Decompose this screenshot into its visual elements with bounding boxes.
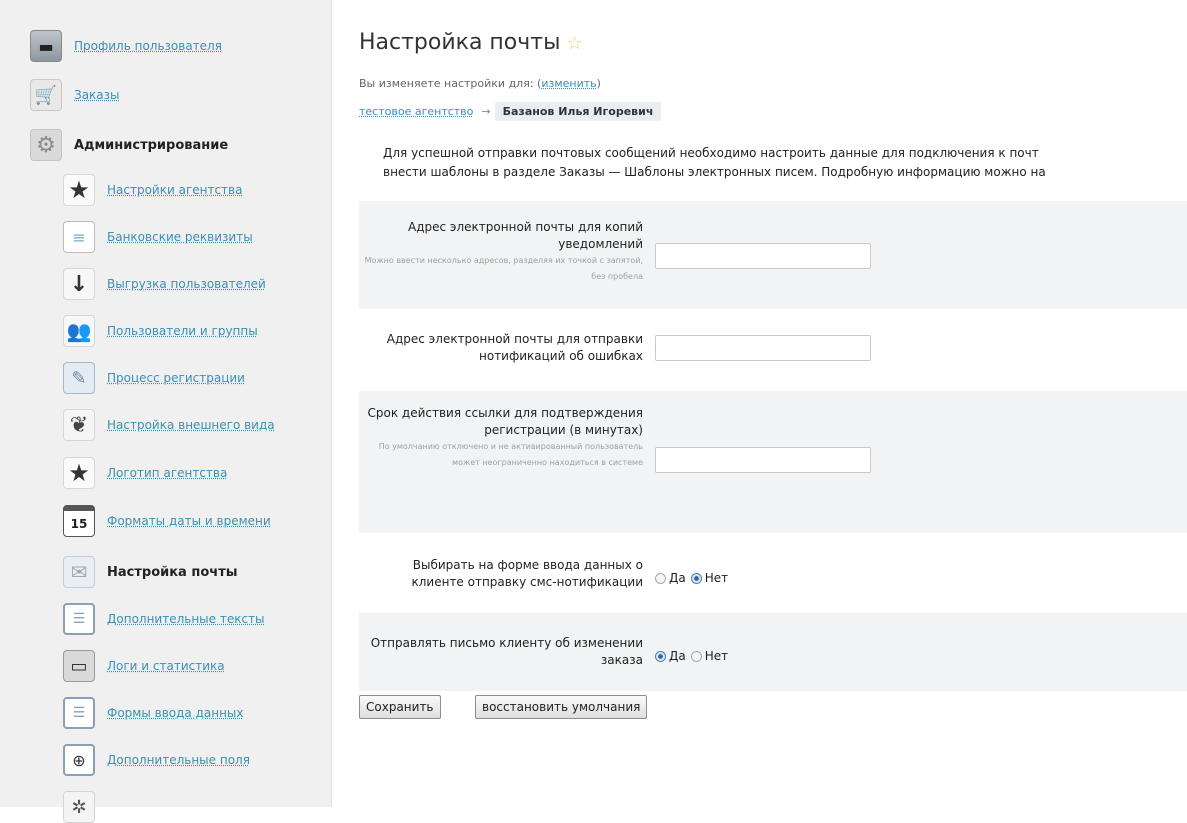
star-icon: ★ [63, 457, 95, 489]
users-icon: 👥 [63, 315, 95, 347]
breadcrumb-user: Базанов Илья Игоревич [494, 102, 662, 121]
breadcrumb: тестовое агентство → Базанов Илья Игорев… [359, 102, 662, 121]
notify-row: Отправлять письмо клиенту об изменении з… [359, 613, 1187, 691]
sms-no-radio[interactable] [690, 572, 702, 584]
envelope-icon: ✉ [63, 556, 95, 588]
error-email-input[interactable] [655, 335, 871, 361]
add-field-icon: ⊕ [63, 744, 95, 776]
link-ttl-hint: По умолчанию отключено и не активированн… [378, 442, 643, 467]
page-title-text: Настройка почты [359, 30, 561, 55]
sidebar-item-registration-process[interactable]: ✎ Процесс регистрации [63, 362, 245, 394]
copies-email-hint: Можно ввести несколько адресов, разделяя… [364, 256, 643, 281]
sidebar-item-user-profile[interactable]: ▬ Профиль пользователя [30, 30, 222, 62]
link-ttl-input[interactable] [655, 447, 871, 473]
sidebar-item-orders[interactable]: 🛒 Заказы [30, 79, 120, 111]
sidebar-item-label: Форматы даты и времени [107, 514, 271, 528]
sidebar-item-logs-stats[interactable]: ▭ Логи и статистика [63, 650, 225, 682]
notify-label: Отправлять письмо клиенту об изменении з… [370, 636, 643, 667]
favorite-star-icon[interactable]: ☆ [566, 33, 582, 54]
calendar-icon: 15 [63, 505, 95, 537]
butterfly-icon: ❦ [63, 409, 95, 441]
text-window-icon: ☰ [63, 603, 95, 635]
page-title: Настройка почты ☆ [359, 30, 583, 55]
sidebar-item-input-forms[interactable]: ☰ Формы ввода данных [63, 697, 244, 729]
notify-no-label[interactable]: Нет [705, 649, 728, 663]
notify-radio-group: Да Нет [655, 649, 733, 663]
link-ttl-row: Срок действия ссылки для подтверждения р… [359, 391, 1187, 533]
sidebar-item-label: Профиль пользователя [74, 39, 222, 53]
gear-icon: ⚙ [30, 129, 62, 161]
notify-yes-radio[interactable] [655, 650, 666, 662]
sidebar-item-label: Логи и статистика [107, 659, 225, 673]
restore-defaults-button[interactable]: восстановить умолчания [475, 695, 648, 719]
copies-email-label: Адрес электронной почты для копий уведом… [359, 219, 643, 285]
sidebar: ▬ Профиль пользователя 🛒 Заказы ⚙ Админи… [0, 0, 332, 823]
breadcrumb-arrow-icon: → [481, 105, 491, 118]
id-card-icon: ▬ [30, 30, 62, 62]
form-window-icon: ☰ [63, 697, 95, 729]
error-email-row: Адрес электронной почты для отправки нот… [359, 309, 1187, 391]
sidebar-item-appearance[interactable]: ❦ Настройка внешнего вида [63, 409, 275, 441]
sidebar-item-label: Логотип агентства [107, 466, 228, 480]
link-ttl-label-text: Срок действия ссылки для подтверждения р… [367, 406, 643, 437]
sidebar-item-user-export[interactable]: ↓ Выгрузка пользователей [63, 268, 266, 300]
sidebar-item-label: Банковские реквизиты [107, 230, 253, 244]
sidebar-item-agency-settings[interactable]: ★ Настройки агентства [63, 174, 242, 206]
info-line: Для успешной отправки почтовых сообщений… [383, 146, 1039, 160]
editing-prefix: Вы изменяете настройки для: [359, 77, 534, 90]
copies-email-row: Адрес электронной почты для копий уведом… [359, 201, 1187, 309]
registration-form-icon: ✎ [63, 362, 95, 394]
sms-no-label[interactable]: Нет [705, 571, 728, 585]
sidebar-item-bank-details[interactable]: ≡ Банковские реквизиты [63, 221, 253, 253]
link-ttl-label: Срок действия ссылки для подтверждения р… [359, 405, 643, 471]
cart-icon: 🛒 [30, 79, 62, 111]
settings-icon: ✲ [63, 791, 95, 823]
error-email-label: Адрес электронной почты для отправки нот… [386, 332, 643, 363]
save-button[interactable]: Сохранить [359, 695, 441, 719]
sidebar-item-label: Процесс регистрации [107, 371, 245, 385]
sidebar-item-label: Настройка почты [107, 564, 238, 580]
sms-radio-group: Да Нет [655, 571, 733, 585]
star-icon: ★ [63, 174, 95, 206]
copies-email-input[interactable] [655, 243, 871, 269]
download-arrow-icon: ↓ [63, 268, 95, 300]
main-content: Настройка почты ☆ Вы изменяете настройки … [359, 0, 1187, 807]
monitor-icon: ▭ [63, 650, 95, 682]
sms-row: Выбирать на форме ввода данных о клиенте… [359, 533, 1187, 613]
document-icon: ≡ [63, 221, 95, 253]
sms-yes-radio[interactable] [655, 572, 666, 584]
sidebar-item-agency-logo[interactable]: ★ Логотип агентства [63, 457, 227, 489]
sidebar-item-label: Дополнительные поля [107, 753, 250, 767]
sidebar-item-label: Администрирование [74, 137, 229, 153]
sms-yes-label[interactable]: Да [669, 571, 686, 585]
notify-no-radio[interactable] [690, 650, 702, 662]
sidebar-item-label: Настройка внешнего вида [107, 418, 275, 432]
sidebar-item-partial[interactable]: ✲ [63, 791, 95, 823]
sidebar-item-additional-texts[interactable]: ☰ Дополнительные тексты [63, 603, 265, 635]
sidebar-item-date-formats[interactable]: 15 Форматы даты и времени [63, 505, 271, 537]
editing-context: Вы изменяете настройки для: (изменить) [359, 77, 601, 90]
copies-email-label-text: Адрес электронной почты для копий уведом… [408, 220, 643, 251]
sidebar-item-additional-fields[interactable]: ⊕ Дополнительные поля [63, 744, 250, 776]
info-text: Для успешной отправки почтовых сообщений… [383, 144, 1187, 182]
info-line: внести шаблоны в разделе Заказы — Шаблон… [383, 165, 1046, 179]
sidebar-item-label: Пользователи и группы [107, 324, 258, 338]
sms-label: Выбирать на форме ввода данных о клиенте… [411, 558, 644, 589]
sidebar-item-administration[interactable]: ⚙ Администрирование [30, 129, 228, 161]
sidebar-item-label: Дополнительные тексты [107, 612, 265, 626]
sidebar-item-label: Настройки агентства [107, 183, 243, 197]
sidebar-item-label: Выгрузка пользователей [107, 277, 266, 291]
change-link[interactable]: изменить [541, 77, 596, 90]
sidebar-item-users-groups[interactable]: 👥 Пользователи и группы [63, 315, 258, 347]
breadcrumb-agency-link[interactable]: тестовое агентство [359, 105, 473, 118]
notify-yes-label[interactable]: Да [669, 649, 686, 663]
sidebar-item-label: Формы ввода данных [107, 706, 244, 720]
sidebar-item-label: Заказы [74, 88, 120, 102]
sidebar-item-mail-settings[interactable]: ✉ Настройка почты [63, 556, 238, 588]
